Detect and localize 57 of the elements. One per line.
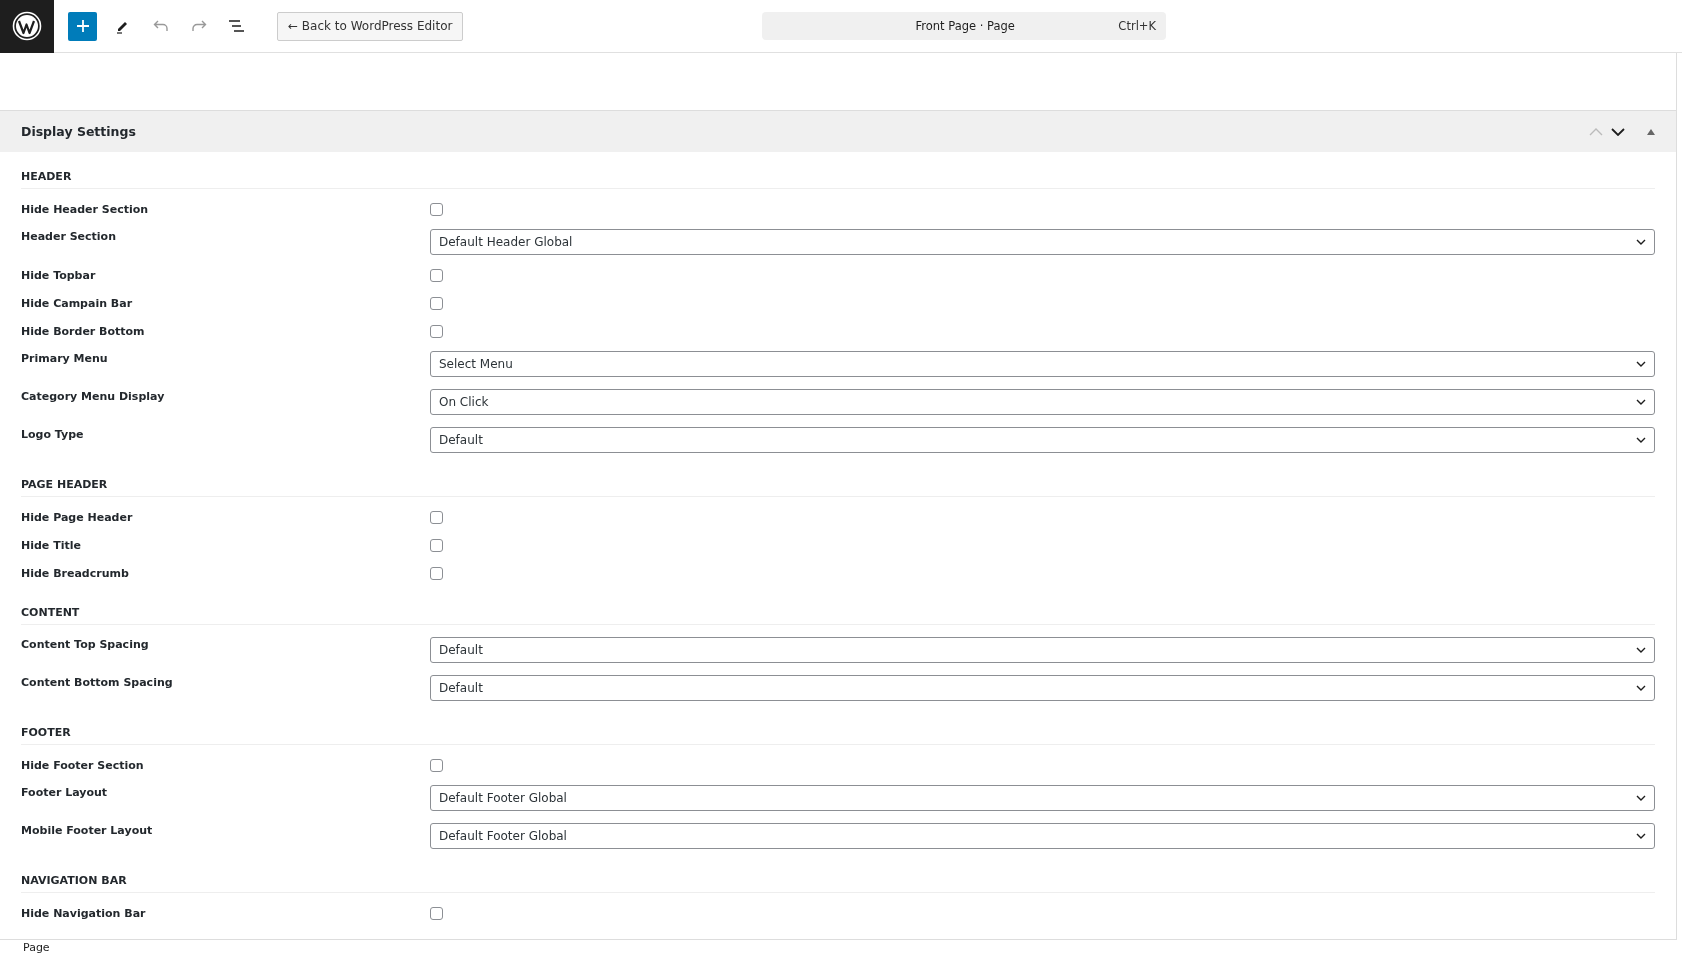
- field-label: Category Menu Display: [21, 389, 166, 403]
- field-label: Hide Page Header: [21, 510, 134, 524]
- select-dropdown[interactable]: Default Footer Global: [430, 823, 1655, 849]
- select-dropdown[interactable]: On Click: [430, 389, 1655, 415]
- wordpress-logo[interactable]: [0, 0, 54, 53]
- section-heading: CONTENT: [21, 600, 1655, 625]
- plus-icon: [75, 19, 90, 33]
- chevron-down-icon: [1636, 647, 1646, 653]
- move-down-icon[interactable]: [1611, 127, 1625, 136]
- select-dropdown[interactable]: Select Menu: [430, 351, 1655, 377]
- field-label: Hide Footer Section: [21, 758, 145, 772]
- field-label: Hide Navigation Bar: [21, 906, 147, 920]
- select-dropdown[interactable]: Default: [430, 427, 1655, 453]
- chevron-down-icon: [1636, 361, 1646, 367]
- checkbox[interactable]: [430, 324, 443, 338]
- chevron-down-icon: [1636, 399, 1646, 405]
- chevron-down-icon: [1636, 437, 1646, 443]
- field-label: Primary Menu: [21, 351, 109, 365]
- select-dropdown[interactable]: Default Header Global: [430, 229, 1655, 255]
- field-label: Hide Title: [21, 538, 82, 552]
- breadcrumb[interactable]: Page: [23, 940, 50, 956]
- field-label: Hide Header Section: [21, 202, 150, 216]
- field-label: Logo Type: [21, 427, 85, 441]
- panel-title: Display Settings: [21, 124, 137, 139]
- field-label: Footer Layout: [21, 785, 109, 799]
- chevron-down-icon: [1636, 685, 1646, 691]
- field-label: Content Top Spacing: [21, 637, 150, 651]
- section-heading: HEADER: [21, 164, 1655, 189]
- field-label: Hide Border Bottom: [21, 324, 146, 338]
- back-button[interactable]: ← Back to WordPress Editor: [277, 11, 464, 41]
- checkbox[interactable]: [430, 510, 443, 524]
- field-label: Mobile Footer Layout: [21, 823, 154, 837]
- select-dropdown[interactable]: Default: [430, 637, 1655, 663]
- checkbox[interactable]: [430, 566, 443, 580]
- section-heading: NAVIGATION BAR: [21, 868, 1655, 893]
- collapse-toggle-icon[interactable]: [1647, 128, 1655, 135]
- section-heading: FOOTER: [21, 720, 1655, 745]
- checkbox[interactable]: [430, 202, 443, 216]
- field-label: Hide Breadcrumb: [21, 566, 130, 580]
- select-dropdown[interactable]: Default Footer Global: [430, 785, 1655, 811]
- chevron-down-icon: [1636, 795, 1646, 801]
- section-heading: PAGE HEADER: [21, 472, 1655, 497]
- add-block-button[interactable]: [68, 11, 97, 41]
- command-bar[interactable]: Front Page · Page Ctrl+K: [762, 12, 1166, 40]
- field-label: Hide Topbar: [21, 268, 97, 282]
- field-label: Header Section: [21, 229, 117, 243]
- checkbox[interactable]: [430, 296, 443, 310]
- chevron-down-icon: [1636, 833, 1646, 839]
- checkbox[interactable]: [430, 758, 443, 772]
- field-label: Content Bottom Spacing: [21, 675, 174, 689]
- select-dropdown[interactable]: Default: [430, 675, 1655, 701]
- chevron-down-icon: [1636, 239, 1646, 245]
- checkbox[interactable]: [430, 906, 443, 920]
- checkbox[interactable]: [430, 538, 443, 552]
- move-up-icon[interactable]: [1589, 127, 1603, 136]
- checkbox[interactable]: [430, 268, 443, 282]
- field-label: Hide Campain Bar: [21, 296, 134, 310]
